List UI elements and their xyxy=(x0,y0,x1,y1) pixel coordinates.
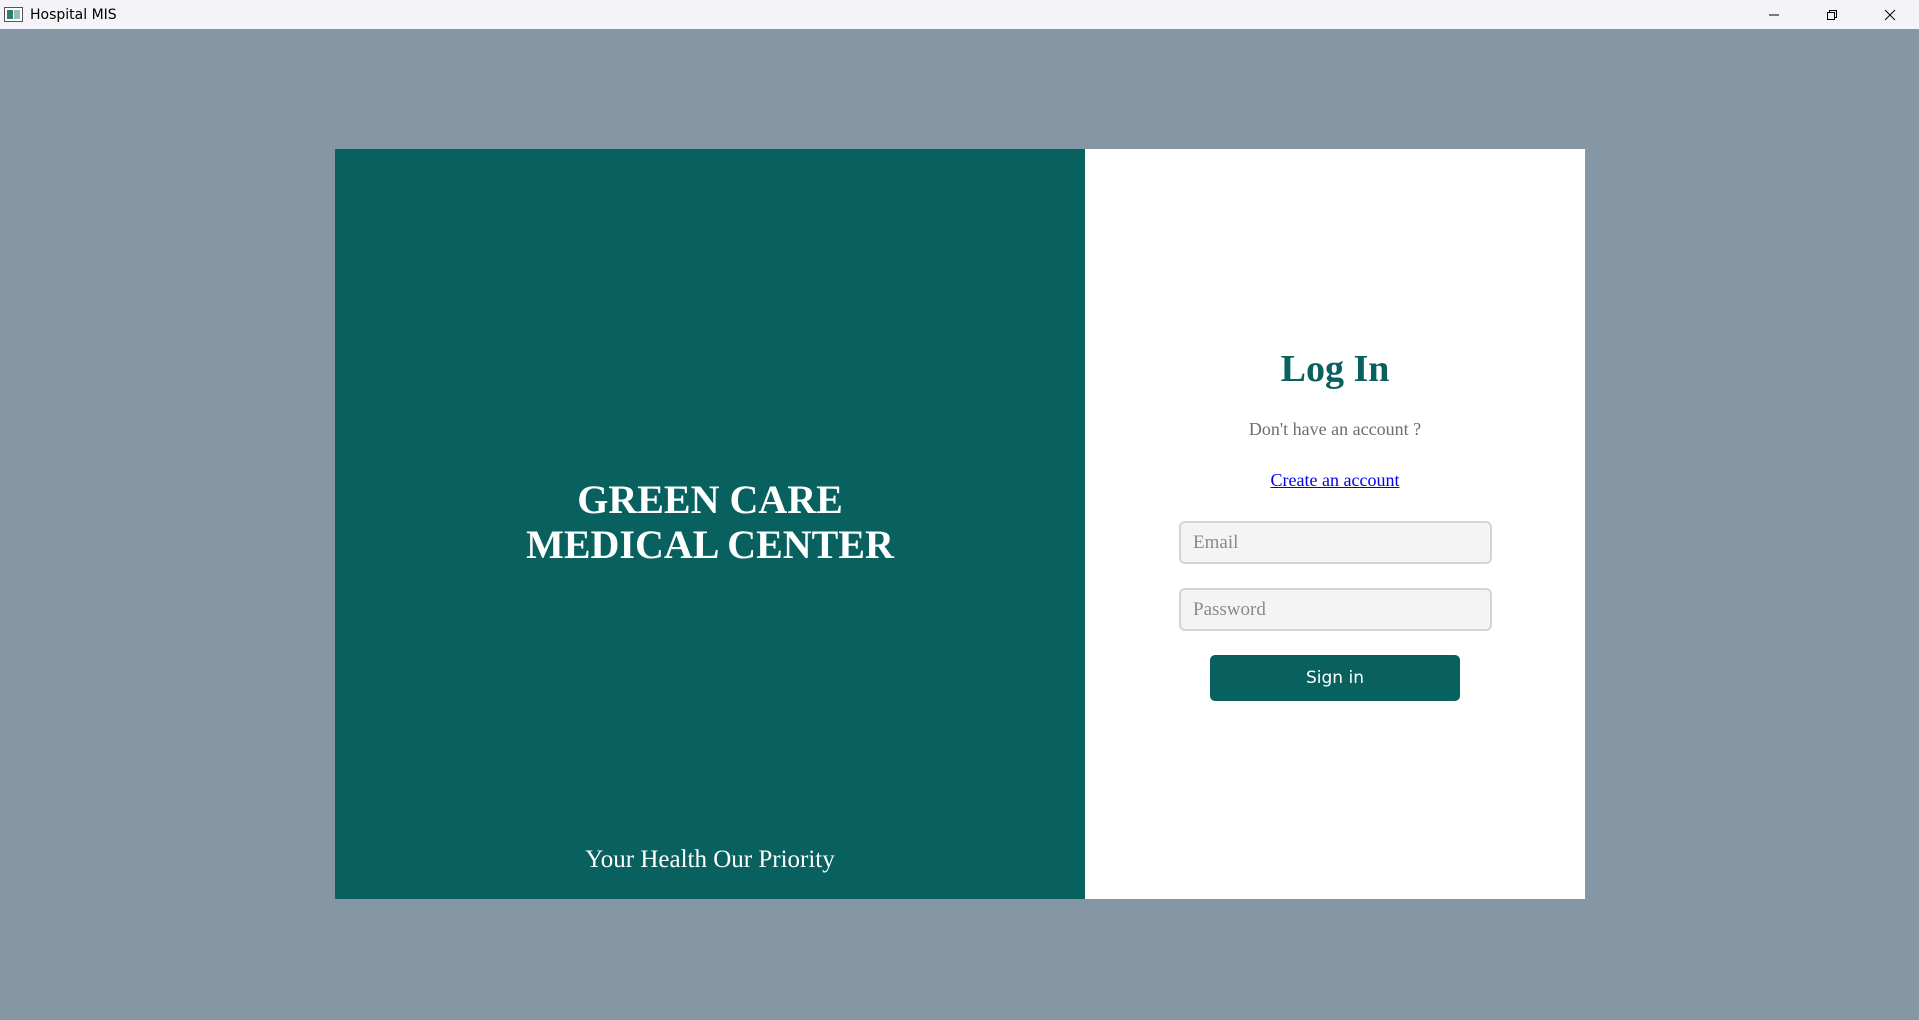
login-card: GREEN CARE MEDICAL CENTER Your Health Ou… xyxy=(335,149,1585,899)
login-title: Log In xyxy=(1280,348,1390,390)
email-field[interactable] xyxy=(1179,521,1492,564)
brand-panel: GREEN CARE MEDICAL CENTER Your Health Ou… xyxy=(335,149,1085,899)
sign-in-button[interactable]: Sign in xyxy=(1210,655,1460,701)
window-title: Hospital MIS xyxy=(30,6,117,23)
close-icon xyxy=(1884,9,1896,20)
brand-name-line1: GREEN CARE xyxy=(577,477,843,522)
brand-name-line2: MEDICAL CENTER xyxy=(526,522,894,567)
minimize-button[interactable] xyxy=(1745,0,1803,29)
tagline: Your Health Our Priority xyxy=(585,846,835,873)
window-title-bar: Hospital MIS xyxy=(0,0,1919,29)
window-controls xyxy=(1745,0,1919,29)
password-field[interactable] xyxy=(1179,588,1492,631)
brand-name: GREEN CARE MEDICAL CENTER xyxy=(335,477,1085,567)
restore-button[interactable] xyxy=(1803,0,1861,29)
restore-icon xyxy=(1827,9,1837,20)
no-account-text: Don't have an account ? xyxy=(1248,419,1422,439)
app-icon xyxy=(4,7,23,22)
create-account-link[interactable]: Create an account xyxy=(1085,470,1585,491)
minimize-icon xyxy=(1769,14,1779,15)
login-panel: Log In Don't have an account ? Create an… xyxy=(1085,149,1585,899)
close-button[interactable] xyxy=(1861,0,1919,29)
